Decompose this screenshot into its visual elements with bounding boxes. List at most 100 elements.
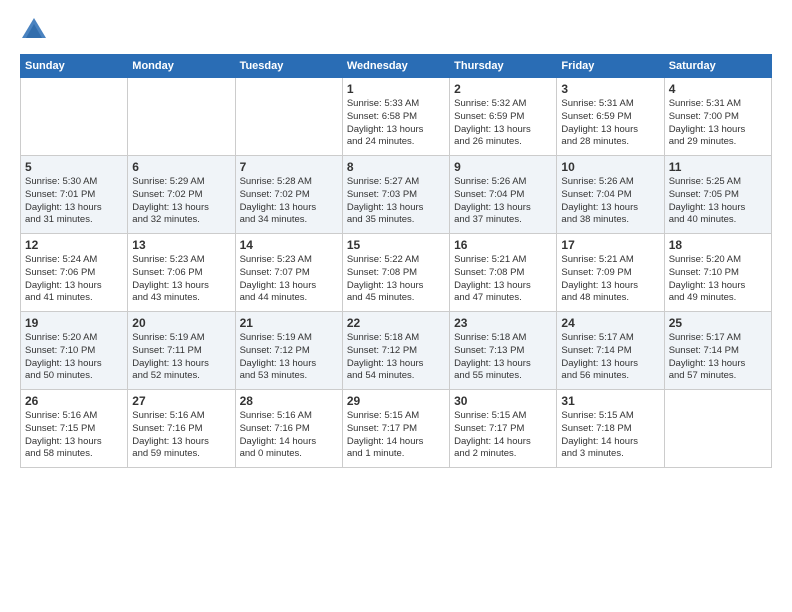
calendar-cell: 3 Sunrise: 5:31 AM Sunset: 6:59 PM Daylig… (557, 78, 664, 156)
day-number: 4 (669, 82, 767, 96)
day-of-week-wednesday: Wednesday (342, 55, 449, 78)
day-number: 23 (454, 316, 552, 330)
day-info: Sunrise: 5:21 AM Sunset: 7:09 PM Dayligh… (561, 254, 659, 305)
day-of-week-thursday: Thursday (450, 55, 557, 78)
day-number: 6 (132, 160, 230, 174)
calendar-cell: 10Sunrise: 5:26 AM Sunset: 7:04 PM Dayli… (557, 156, 664, 234)
day-info: Sunrise: 5:16 AM Sunset: 7:16 PM Dayligh… (240, 410, 338, 461)
day-number: 25 (669, 316, 767, 330)
day-number: 12 (25, 238, 123, 252)
day-number: 2 (454, 82, 552, 96)
day-number: 9 (454, 160, 552, 174)
calendar-cell (128, 78, 235, 156)
calendar-cell: 5 Sunrise: 5:30 AM Sunset: 7:01 PM Daylig… (21, 156, 128, 234)
header (20, 16, 772, 44)
day-info: Sunrise: 5:24 AM Sunset: 7:06 PM Dayligh… (25, 254, 123, 305)
day-number: 26 (25, 394, 123, 408)
day-info: Sunrise: 5:25 AM Sunset: 7:05 PM Dayligh… (669, 176, 767, 227)
day-number: 11 (669, 160, 767, 174)
calendar-cell: 15 Sunrise: 5:22 AM Sunset: 7:08 PM Dayli… (342, 234, 449, 312)
day-info: Sunrise: 5:17 AM Sunset: 7:14 PM Dayligh… (561, 332, 659, 383)
day-info: Sunrise: 5:28 AM Sunset: 7:02 PM Dayligh… (240, 176, 338, 227)
calendar-cell: 28 Sunrise: 5:16 AM Sunset: 7:16 PM Dayli… (235, 390, 342, 468)
day-info: Sunrise: 5:18 AM Sunset: 7:12 PM Dayligh… (347, 332, 445, 383)
calendar-cell: 18Sunrise: 5:20 AM Sunset: 7:10 PM Dayli… (664, 234, 771, 312)
day-info: Sunrise: 5:30 AM Sunset: 7:01 PM Dayligh… (25, 176, 123, 227)
day-info: Sunrise: 5:19 AM Sunset: 7:12 PM Dayligh… (240, 332, 338, 383)
calendar-cell: 9 Sunrise: 5:26 AM Sunset: 7:04 PM Daylig… (450, 156, 557, 234)
calendar-week-1: 1 Sunrise: 5:33 AM Sunset: 6:58 PM Daylig… (21, 78, 772, 156)
day-of-week-sunday: Sunday (21, 55, 128, 78)
calendar-cell (235, 78, 342, 156)
day-number: 29 (347, 394, 445, 408)
calendar-cell: 6 Sunrise: 5:29 AM Sunset: 7:02 PM Daylig… (128, 156, 235, 234)
day-info: Sunrise: 5:20 AM Sunset: 7:10 PM Dayligh… (25, 332, 123, 383)
day-info: Sunrise: 5:18 AM Sunset: 7:13 PM Dayligh… (454, 332, 552, 383)
page: SundayMondayTuesdayWednesdayThursdayFrid… (0, 0, 792, 612)
calendar-cell (21, 78, 128, 156)
calendar-table: SundayMondayTuesdayWednesdayThursdayFrid… (20, 54, 772, 468)
calendar-cell: 27 Sunrise: 5:16 AM Sunset: 7:16 PM Dayli… (128, 390, 235, 468)
day-number: 15 (347, 238, 445, 252)
calendar-cell: 13 Sunrise: 5:23 AM Sunset: 7:06 PM Dayli… (128, 234, 235, 312)
calendar-cell: 2Sunrise: 5:32 AM Sunset: 6:59 PM Daylig… (450, 78, 557, 156)
day-number: 27 (132, 394, 230, 408)
day-info: Sunrise: 5:27 AM Sunset: 7:03 PM Dayligh… (347, 176, 445, 227)
calendar-cell: 1 Sunrise: 5:33 AM Sunset: 6:58 PM Daylig… (342, 78, 449, 156)
day-info: Sunrise: 5:31 AM Sunset: 7:00 PM Dayligh… (669, 98, 767, 149)
day-info: Sunrise: 5:21 AM Sunset: 7:08 PM Dayligh… (454, 254, 552, 305)
day-number: 13 (132, 238, 230, 252)
day-info: Sunrise: 5:29 AM Sunset: 7:02 PM Dayligh… (132, 176, 230, 227)
calendar-cell (664, 390, 771, 468)
day-number: 30 (454, 394, 552, 408)
day-info: Sunrise: 5:33 AM Sunset: 6:58 PM Dayligh… (347, 98, 445, 149)
calendar-cell: 31 Sunrise: 5:15 AM Sunset: 7:18 PM Dayli… (557, 390, 664, 468)
calendar-week-4: 19Sunrise: 5:20 AM Sunset: 7:10 PM Dayli… (21, 312, 772, 390)
calendar-cell: 8 Sunrise: 5:27 AM Sunset: 7:03 PM Daylig… (342, 156, 449, 234)
calendar-cell: 16 Sunrise: 5:21 AM Sunset: 7:08 PM Dayli… (450, 234, 557, 312)
day-info: Sunrise: 5:26 AM Sunset: 7:04 PM Dayligh… (561, 176, 659, 227)
day-number: 5 (25, 160, 123, 174)
day-number: 28 (240, 394, 338, 408)
calendar-cell: 25 Sunrise: 5:17 AM Sunset: 7:14 PM Dayli… (664, 312, 771, 390)
calendar-cell: 12 Sunrise: 5:24 AM Sunset: 7:06 PM Dayli… (21, 234, 128, 312)
day-info: Sunrise: 5:15 AM Sunset: 7:18 PM Dayligh… (561, 410, 659, 461)
day-of-week-saturday: Saturday (664, 55, 771, 78)
calendar-cell: 11 Sunrise: 5:25 AM Sunset: 7:05 PM Dayli… (664, 156, 771, 234)
calendar-cell: 4 Sunrise: 5:31 AM Sunset: 7:00 PM Daylig… (664, 78, 771, 156)
day-number: 7 (240, 160, 338, 174)
calendar-week-5: 26Sunrise: 5:16 AM Sunset: 7:15 PM Dayli… (21, 390, 772, 468)
day-number: 14 (240, 238, 338, 252)
day-info: Sunrise: 5:31 AM Sunset: 6:59 PM Dayligh… (561, 98, 659, 149)
day-info: Sunrise: 5:26 AM Sunset: 7:04 PM Dayligh… (454, 176, 552, 227)
day-of-week-friday: Friday (557, 55, 664, 78)
day-info: Sunrise: 5:22 AM Sunset: 7:08 PM Dayligh… (347, 254, 445, 305)
day-info: Sunrise: 5:15 AM Sunset: 7:17 PM Dayligh… (347, 410, 445, 461)
day-info: Sunrise: 5:23 AM Sunset: 7:07 PM Dayligh… (240, 254, 338, 305)
day-number: 1 (347, 82, 445, 96)
day-number: 31 (561, 394, 659, 408)
day-number: 18 (669, 238, 767, 252)
day-info: Sunrise: 5:15 AM Sunset: 7:17 PM Dayligh… (454, 410, 552, 461)
day-of-week-tuesday: Tuesday (235, 55, 342, 78)
day-info: Sunrise: 5:19 AM Sunset: 7:11 PM Dayligh… (132, 332, 230, 383)
calendar-cell: 26Sunrise: 5:16 AM Sunset: 7:15 PM Dayli… (21, 390, 128, 468)
calendar-cell: 30 Sunrise: 5:15 AM Sunset: 7:17 PM Dayli… (450, 390, 557, 468)
day-info: Sunrise: 5:17 AM Sunset: 7:14 PM Dayligh… (669, 332, 767, 383)
day-info: Sunrise: 5:23 AM Sunset: 7:06 PM Dayligh… (132, 254, 230, 305)
day-number: 16 (454, 238, 552, 252)
calendar-cell: 22Sunrise: 5:18 AM Sunset: 7:12 PM Dayli… (342, 312, 449, 390)
calendar-cell: 17 Sunrise: 5:21 AM Sunset: 7:09 PM Dayli… (557, 234, 664, 312)
calendar-week-2: 5 Sunrise: 5:30 AM Sunset: 7:01 PM Daylig… (21, 156, 772, 234)
calendar-week-3: 12 Sunrise: 5:24 AM Sunset: 7:06 PM Dayli… (21, 234, 772, 312)
calendar-header-row: SundayMondayTuesdayWednesdayThursdayFrid… (21, 55, 772, 78)
day-number: 8 (347, 160, 445, 174)
calendar-cell: 19Sunrise: 5:20 AM Sunset: 7:10 PM Dayli… (21, 312, 128, 390)
calendar-cell: 29 Sunrise: 5:15 AM Sunset: 7:17 PM Dayli… (342, 390, 449, 468)
calendar-cell: 23 Sunrise: 5:18 AM Sunset: 7:13 PM Dayli… (450, 312, 557, 390)
day-number: 3 (561, 82, 659, 96)
calendar-cell: 20Sunrise: 5:19 AM Sunset: 7:11 PM Dayli… (128, 312, 235, 390)
logo (20, 16, 52, 44)
day-info: Sunrise: 5:16 AM Sunset: 7:16 PM Dayligh… (132, 410, 230, 461)
day-number: 17 (561, 238, 659, 252)
